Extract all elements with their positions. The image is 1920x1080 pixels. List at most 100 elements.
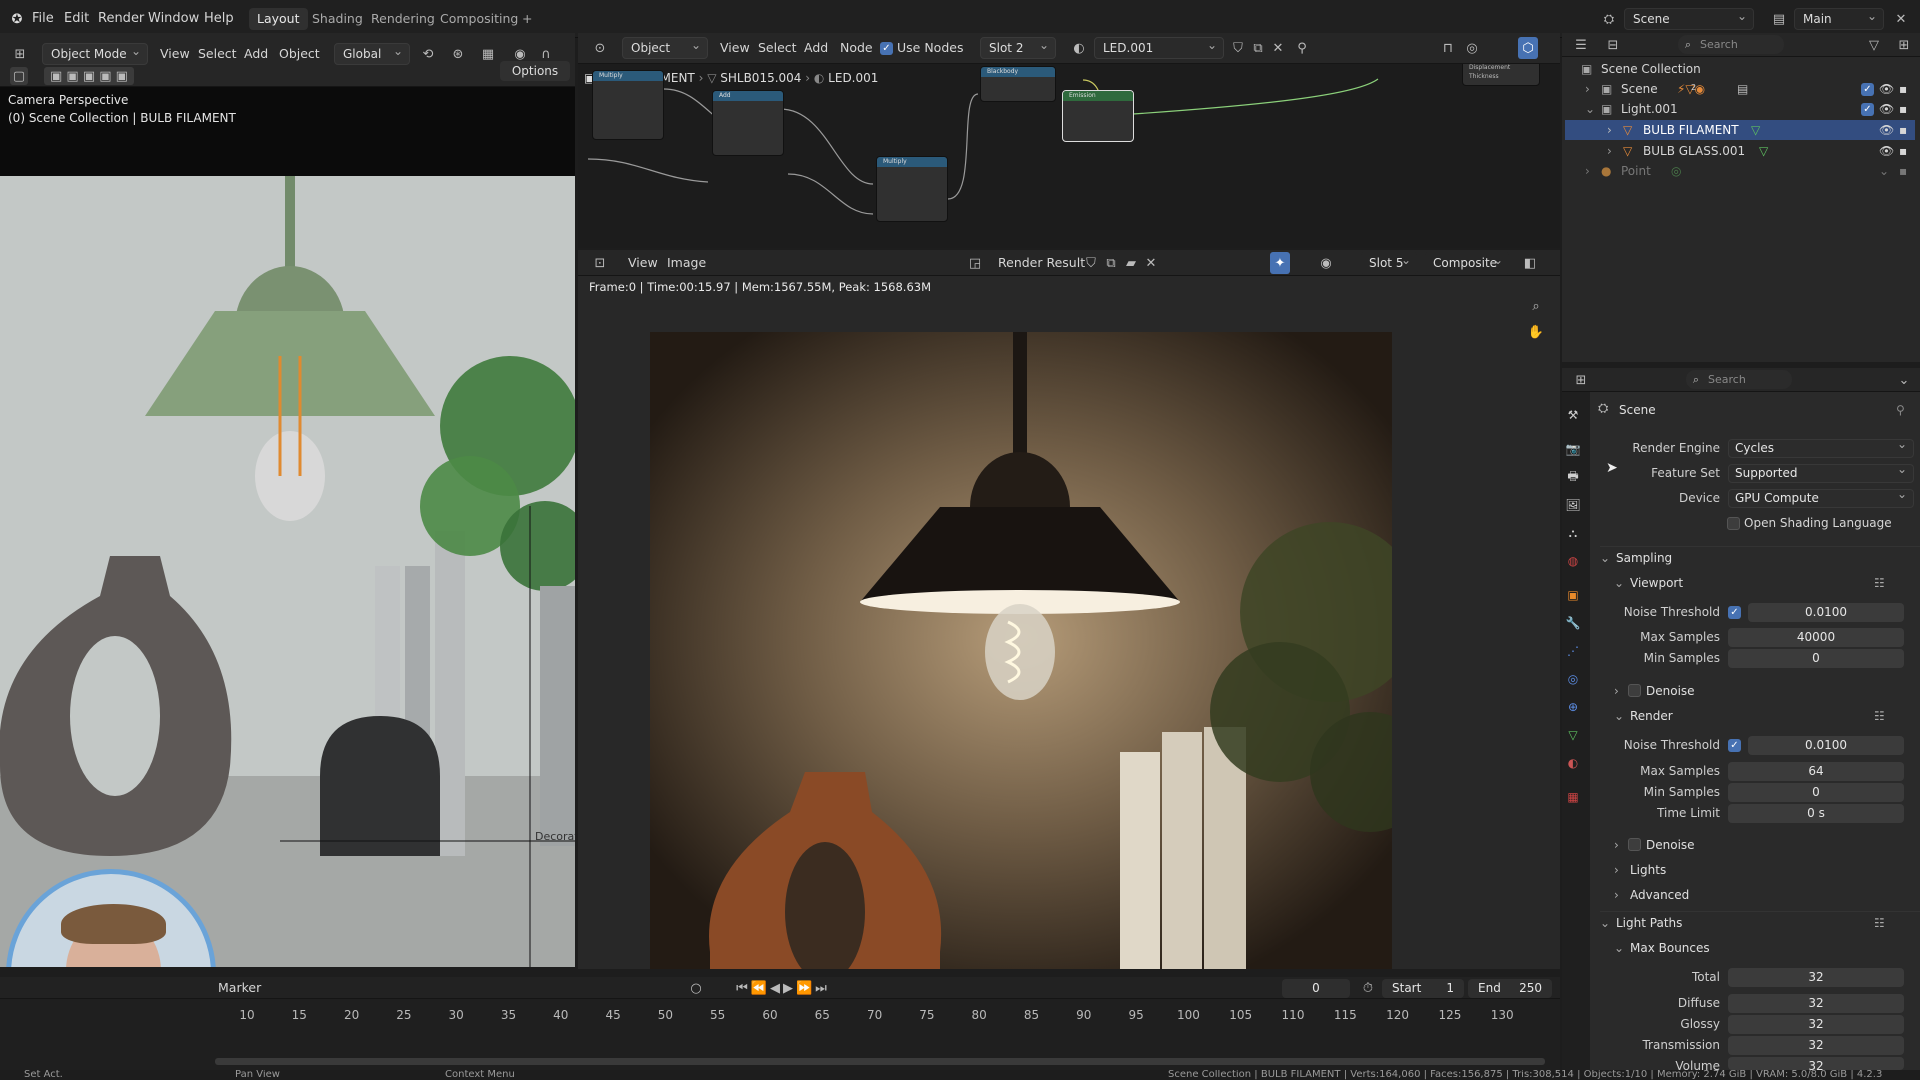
eye-icon[interactable]: 👁 — [1879, 79, 1894, 99]
select-mode-icons[interactable]: ▣ ▣ ▣ ▣ ▣ — [44, 67, 134, 85]
shader-type-selector[interactable]: Object — [622, 37, 708, 59]
add-workspace-button[interactable]: + — [514, 8, 540, 30]
r-denoise-checkbox[interactable] — [1628, 838, 1641, 851]
snap-icon[interactable]: ⊓ — [1438, 37, 1458, 59]
r-min-samples-field[interactable]: 0 — [1728, 783, 1904, 802]
node-menu-select[interactable]: Select — [758, 37, 797, 59]
outliner-type-icon[interactable]: ☰ — [1568, 34, 1594, 56]
zoom-icon[interactable]: ⌕ — [1524, 294, 1548, 318]
node-add[interactable]: Add — [712, 90, 784, 156]
r-noise-checkbox[interactable]: ✓ — [1728, 739, 1741, 752]
material-name-field[interactable]: LED.001 — [1094, 37, 1224, 59]
device-dropdown[interactable]: GPU Compute — [1728, 486, 1914, 508]
viewport-menu-select[interactable]: Select — [198, 43, 237, 65]
time-limit-field[interactable]: 0 s — [1728, 804, 1904, 823]
viewport-subpanel-header[interactable]: ⌄ Viewport ☷ — [1614, 572, 1920, 594]
tab-compositing[interactable]: Compositing — [432, 8, 526, 30]
outliner-row-scene[interactable]: › ▣ Scene ⚡▽◉ 2 ▤ ✓ 👁 ▪ — [1565, 79, 1915, 99]
camera-visibility-icon[interactable]: ▪ — [1899, 120, 1907, 140]
node-material-output[interactable]: Displacement Thickness — [1462, 64, 1540, 86]
max-bounces-subpanel[interactable]: ⌄ Max Bounces — [1614, 937, 1920, 959]
viewport-menu-add[interactable]: Add — [244, 43, 268, 65]
duplicate-icon[interactable]: ⧉ — [1102, 252, 1120, 274]
timeline-menu-marker[interactable]: Marker — [218, 977, 261, 999]
node-menu-node[interactable]: Node — [840, 37, 873, 59]
pivot-icon[interactable]: ⟲ — [416, 43, 440, 65]
fake-user-icon[interactable]: ⛉ — [1228, 37, 1248, 59]
presets-icon[interactable]: ☷ — [1874, 705, 1885, 727]
node-multiply-2[interactable]: Multiply — [876, 156, 948, 222]
node-overlay-icon[interactable]: ⬡ — [1518, 37, 1538, 59]
volume-bounces-field[interactable]: 32 — [1728, 1057, 1904, 1070]
select-box-icon[interactable]: ▢ — [10, 67, 28, 85]
chevron-down-icon[interactable]: ⌄ — [1892, 369, 1916, 391]
unlink-icon[interactable]: ✕ — [1268, 37, 1288, 59]
camera-visibility-icon[interactable]: ▪ — [1899, 99, 1907, 119]
exclude-checkbox[interactable]: ✓ — [1861, 83, 1874, 96]
render-engine-dropdown[interactable]: Cycles — [1728, 436, 1914, 458]
overlay-icon[interactable]: ◎ — [1462, 37, 1482, 59]
chevron-right-icon[interactable]: › — [1607, 141, 1612, 161]
mode-selector[interactable]: Object Mode — [42, 43, 148, 65]
chevron-right-icon[interactable]: › — [1585, 79, 1590, 99]
current-frame-field[interactable]: 0 — [1282, 979, 1350, 998]
eye-icon[interactable]: 👁 — [1879, 141, 1894, 161]
start-frame-field[interactable]: Start 1 — [1382, 979, 1464, 998]
open-folder-icon[interactable]: ▰ — [1122, 252, 1140, 274]
vp-denoise-checkbox[interactable] — [1628, 684, 1641, 697]
node-menu-add[interactable]: Add — [804, 37, 828, 59]
glossy-bounces-field[interactable]: 32 — [1728, 1015, 1904, 1034]
render-slot-selector[interactable]: Slot 5 — [1360, 252, 1418, 274]
tool-tab-icon[interactable]: ⚒ — [1562, 404, 1584, 426]
outliner-row-scene-collection[interactable]: ▣ Scene Collection — [1565, 59, 1915, 79]
node-emission[interactable]: Emission — [1062, 90, 1134, 142]
viewport-menu-object[interactable]: Object — [279, 43, 320, 65]
r-max-samples-field[interactable]: 64 — [1728, 762, 1904, 781]
vp-max-samples-field[interactable]: 40000 — [1728, 628, 1904, 647]
node-editor-type-icon[interactable]: ⊙ — [586, 37, 614, 59]
snap-icon[interactable]: ⊛ — [446, 43, 470, 65]
scene-selector[interactable]: Scene — [1624, 8, 1754, 30]
outliner-row-point[interactable]: › ● Point ◎ ⌄ ▪ — [1565, 161, 1915, 181]
presets-icon[interactable]: ☷ — [1874, 572, 1885, 594]
pin-icon[interactable]: ⚲ — [1896, 403, 1905, 417]
chevron-right-icon[interactable]: › — [1585, 161, 1590, 181]
viewport-area[interactable]: Camera Perspective (0) Scene Collection … — [0, 87, 575, 967]
camera-visibility-icon[interactable]: ▪ — [1899, 79, 1907, 99]
use-nodes-checkbox[interactable]: ✓ — [880, 42, 893, 55]
camera-visibility-icon[interactable]: ▪ — [1899, 161, 1907, 181]
vp-noise-field[interactable]: 0.0100 — [1748, 603, 1904, 622]
sample-tool-icon[interactable]: ✦ — [1270, 252, 1290, 274]
orientation-selector[interactable]: Global — [334, 43, 410, 65]
tab-shading[interactable]: Shading — [304, 8, 371, 30]
image-menu-image[interactable]: Image — [667, 252, 706, 274]
render-pass-selector[interactable]: Composite — [1424, 252, 1510, 274]
filter-icon[interactable]: ▽ — [1862, 34, 1886, 56]
node-multiply[interactable]: Multiply — [592, 70, 664, 140]
advanced-subpanel[interactable]: › Advanced — [1614, 884, 1920, 906]
eye-hidden-icon[interactable]: ⌄ — [1879, 161, 1889, 181]
outliner-row-bulb-filament[interactable]: › ▽ BULB FILAMENT ▽ 👁 ▪ — [1565, 120, 1915, 140]
scene-tab-icon[interactable]: ⛬ — [1562, 522, 1584, 544]
constraints-tab-icon[interactable]: ⊕ — [1562, 696, 1584, 718]
record-icon[interactable]: ○ — [686, 977, 706, 999]
view-layer-selector[interactable]: Main — [1794, 8, 1884, 30]
display-mode-icon[interactable]: ⊟ — [1600, 34, 1626, 56]
image-editor-type-icon[interactable]: ⊡ — [586, 252, 614, 274]
outliner-row-light[interactable]: ⌄ ▣ Light.001 ✓ 👁 ▪ — [1565, 99, 1915, 119]
timeline-scrollbar[interactable] — [215, 1058, 1545, 1065]
fake-user-icon[interactable]: ⛉ — [1082, 252, 1100, 274]
osl-checkbox[interactable] — [1727, 517, 1740, 530]
eye-icon[interactable]: 👁 — [1879, 99, 1894, 119]
blender-logo-icon[interactable]: ✪ — [6, 8, 28, 30]
light-paths-panel-header[interactable]: ⌄ Light Paths ☷ — [1600, 911, 1920, 933]
viewport-menu-view[interactable]: View — [160, 43, 190, 65]
node-editor-area[interactable]: ▣ BULB FILAMENT › ▽ SHLB015.004 › ◐ LED.… — [578, 64, 1560, 248]
editor-type-icon[interactable]: ⊞ — [6, 43, 34, 65]
viewport-options-button[interactable]: Options — [500, 61, 570, 81]
overlay-icon[interactable]: ◉ — [1316, 252, 1336, 274]
playback-controls-icon[interactable]: ⏮⏪◀▶⏩⏭ — [728, 977, 838, 999]
properties-type-icon[interactable]: ⊞ — [1568, 369, 1594, 391]
stopwatch-icon[interactable]: ⏱ — [1358, 977, 1378, 999]
node-blackbody[interactable]: Blackbody — [980, 66, 1056, 102]
